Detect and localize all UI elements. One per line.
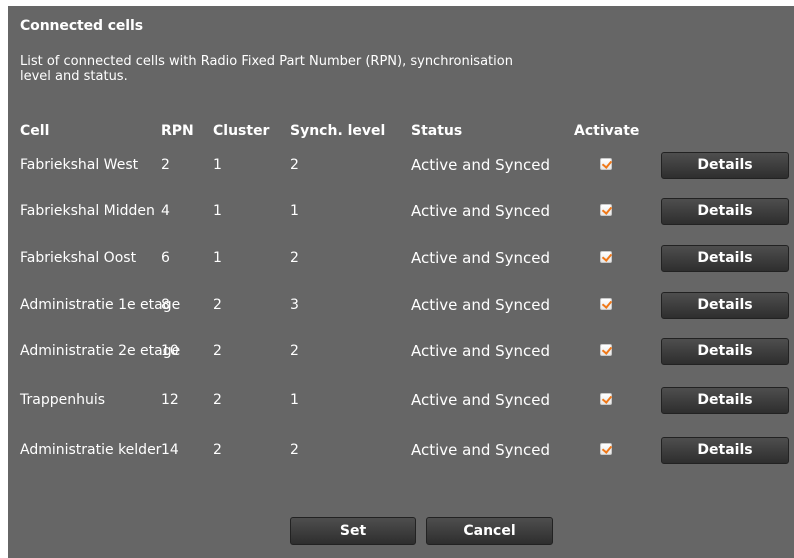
- cell-cluster: 2: [213, 442, 222, 458]
- cell-rpn: 12: [161, 392, 179, 408]
- column-header-synch-level: Synch. level: [290, 123, 386, 139]
- activate-checkbox-icon[interactable]: [600, 158, 612, 170]
- activate-checkbox-icon[interactable]: [600, 298, 612, 310]
- cell-name: Administratie 2e etage: [20, 343, 181, 359]
- section-description: List of connected cells with Radio Fixed…: [20, 54, 513, 84]
- cell-synch-level: 2: [290, 157, 299, 173]
- cell-synch-level: 3: [290, 297, 299, 313]
- column-header-activate: Activate: [574, 123, 640, 139]
- section-title: Connected cells: [20, 18, 143, 34]
- column-header-cell: Cell: [20, 123, 50, 139]
- cell-name: Fabriekshal Midden: [20, 203, 155, 219]
- cell-synch-level: 2: [290, 250, 299, 266]
- cancel-button[interactable]: Cancel: [426, 517, 553, 545]
- details-button[interactable]: Details: [661, 338, 789, 365]
- details-button[interactable]: Details: [661, 437, 789, 464]
- cell-cluster: 1: [213, 203, 222, 219]
- cell-status: Active and Synced: [411, 156, 551, 174]
- column-header-rpn: RPN: [161, 123, 194, 139]
- cell-status: Active and Synced: [411, 342, 551, 360]
- details-button[interactable]: Details: [661, 292, 789, 319]
- details-button[interactable]: Details: [661, 152, 789, 179]
- cell-rpn: 2: [161, 157, 170, 173]
- cell-cluster: 1: [213, 250, 222, 266]
- cell-name: Fabriekshal Oost: [20, 250, 137, 266]
- cell-name: Fabriekshal West: [20, 157, 139, 173]
- activate-checkbox-icon[interactable]: [600, 443, 612, 455]
- cell-rpn: 10: [161, 343, 179, 359]
- connected-cells-panel: Connected cells List of connected cells …: [8, 6, 794, 558]
- set-button[interactable]: Set: [290, 517, 416, 545]
- cell-name: Administratie kelder: [20, 442, 162, 458]
- cell-rpn: 6: [161, 250, 170, 266]
- activate-checkbox-icon[interactable]: [600, 251, 612, 263]
- details-button[interactable]: Details: [661, 198, 789, 225]
- cell-synch-level: 1: [290, 203, 299, 219]
- cell-status: Active and Synced: [411, 441, 551, 459]
- cell-rpn: 8: [161, 297, 170, 313]
- cell-rpn: 14: [161, 442, 179, 458]
- column-header-cluster: Cluster: [213, 123, 270, 139]
- cell-cluster: 1: [213, 157, 222, 173]
- cell-synch-level: 2: [290, 442, 299, 458]
- cell-name: Trappenhuis: [20, 392, 106, 408]
- activate-checkbox-icon[interactable]: [600, 204, 612, 216]
- cell-status: Active and Synced: [411, 202, 551, 220]
- cell-synch-level: 2: [290, 343, 299, 359]
- column-header-status: Status: [411, 123, 463, 139]
- cell-status: Active and Synced: [411, 249, 551, 267]
- cell-name: Administratie 1e etage: [20, 297, 181, 313]
- cell-status: Active and Synced: [411, 296, 551, 314]
- cell-cluster: 2: [213, 392, 222, 408]
- details-button[interactable]: Details: [661, 387, 789, 414]
- cell-cluster: 2: [213, 297, 222, 313]
- cell-synch-level: 1: [290, 392, 299, 408]
- cell-status: Active and Synced: [411, 391, 551, 409]
- activate-checkbox-icon[interactable]: [600, 344, 612, 356]
- details-button[interactable]: Details: [661, 245, 789, 272]
- cell-rpn: 4: [161, 203, 170, 219]
- cell-cluster: 2: [213, 343, 222, 359]
- activate-checkbox-icon[interactable]: [600, 393, 612, 405]
